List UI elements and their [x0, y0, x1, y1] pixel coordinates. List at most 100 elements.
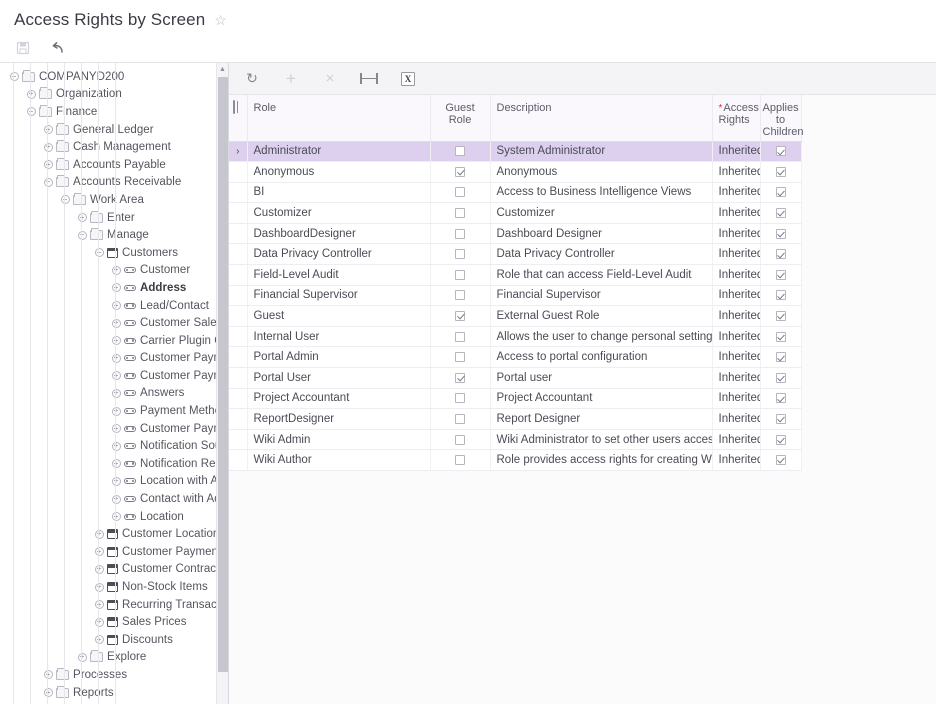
expand-toggle-icon[interactable]: +: [93, 546, 105, 558]
cell-guest[interactable]: [430, 161, 491, 183]
expand-toggle-icon[interactable]: +: [25, 88, 37, 100]
expand-toggle-icon[interactable]: +: [42, 687, 54, 699]
table-row[interactable]: Portal Admin Access to portal configurati…: [229, 346, 802, 369]
cell-role[interactable]: Wiki Author: [247, 449, 431, 471]
cell-description[interactable]: Portal user: [490, 367, 713, 389]
column-header-role[interactable]: Role: [247, 95, 431, 142]
checkbox-children[interactable]: [775, 372, 786, 383]
checkbox-children[interactable]: [775, 290, 786, 301]
collapse-toggle-icon[interactable]: −: [8, 71, 20, 83]
row-selector[interactable]: [229, 449, 248, 471]
checkbox-children[interactable]: [775, 393, 786, 404]
cell-children[interactable]: [760, 408, 802, 430]
row-selector[interactable]: [229, 264, 248, 286]
checkbox-children[interactable]: [775, 434, 786, 445]
cell-description[interactable]: Project Accountant: [490, 388, 713, 410]
table-row[interactable]: Internal User Allows the user to change p…: [229, 326, 802, 348]
expand-toggle-icon[interactable]: +: [110, 423, 122, 435]
expand-toggle-icon[interactable]: +: [110, 493, 122, 505]
cell-guest[interactable]: [430, 449, 491, 471]
cell-description[interactable]: Report Designer: [490, 408, 713, 430]
expand-toggle-icon[interactable]: +: [110, 405, 122, 417]
cell-rights[interactable]: Inherited: [712, 202, 761, 224]
tree-node[interactable]: −Work Area: [0, 191, 216, 209]
save-button[interactable]: [13, 38, 33, 58]
checkbox-guest[interactable]: [455, 434, 465, 445]
table-row[interactable]: BI Access to Business Intelligence Views I…: [229, 182, 802, 204]
cell-children[interactable]: [760, 326, 802, 348]
cell-rights[interactable]: Inherited: [712, 408, 761, 430]
tree-scrollbar-thumb[interactable]: [218, 77, 228, 672]
cell-role[interactable]: DashboardDesigner: [247, 223, 431, 245]
cell-description[interactable]: Allows the user to change personal setti…: [490, 326, 713, 348]
cell-rights[interactable]: Inherited: [712, 161, 761, 183]
tree-node[interactable]: − Finance: [0, 103, 216, 121]
checkbox-guest[interactable]: [455, 166, 465, 177]
tree-node[interactable]: + General Ledger: [0, 121, 216, 139]
table-row[interactable]: DashboardDesigner Dashboard Designer Inher…: [229, 223, 802, 245]
table-row[interactable]: Wiki Admin Wiki Administrator to set othe…: [229, 429, 802, 451]
expand-toggle-icon[interactable]: +: [110, 335, 122, 347]
tree-node[interactable]: + Answers: [0, 385, 216, 403]
cell-description[interactable]: Customizer: [490, 202, 713, 224]
checkbox-guest[interactable]: [455, 208, 465, 219]
tree-node[interactable]: + Sales Prices: [0, 613, 216, 631]
expand-toggle-icon[interactable]: +: [110, 440, 122, 452]
checkbox-children[interactable]: [775, 311, 786, 322]
tree-node[interactable]: + Cash Management: [0, 138, 216, 156]
row-selector[interactable]: [229, 388, 248, 410]
expand-toggle-icon[interactable]: +: [76, 212, 88, 224]
undo-button[interactable]: [49, 38, 69, 58]
tree-node[interactable]: − Customers: [0, 244, 216, 262]
cell-description[interactable]: Wiki Administrator to set other users ac…: [490, 429, 713, 451]
cell-role[interactable]: Project Accountant: [247, 388, 431, 410]
checkbox-guest[interactable]: [455, 311, 465, 322]
row-selector[interactable]: [229, 161, 248, 183]
tree-node[interactable]: + Payment Method Det: [0, 402, 216, 420]
tree-node[interactable]: + Notification Recipient: [0, 455, 216, 473]
cell-rights[interactable]: Inherited: [712, 346, 761, 369]
cell-description[interactable]: Dashboard Designer: [490, 223, 713, 245]
checkbox-guest[interactable]: [455, 290, 465, 301]
cell-rights[interactable]: Inherited: [712, 449, 761, 471]
tree-node[interactable]: + Address: [0, 279, 216, 297]
table-row[interactable]: Financial Supervisor Financial Supervisor…: [229, 285, 802, 307]
cell-description[interactable]: Access to portal configuration: [490, 346, 713, 369]
column-chooser-button[interactable]: [229, 95, 248, 142]
table-row[interactable]: Customizer Customizer Inherited: [229, 202, 802, 224]
cell-description[interactable]: Role that can access Field-Level Audit: [490, 264, 713, 286]
tree-node[interactable]: −COMPANYD200: [0, 68, 216, 86]
cell-description[interactable]: Anonymous: [490, 161, 713, 183]
column-header-rights[interactable]: *Access Rights: [712, 95, 761, 142]
cell-guest[interactable]: [430, 182, 491, 204]
cell-guest[interactable]: [430, 141, 491, 163]
cell-rights[interactable]: Inherited: [712, 367, 761, 389]
checkbox-guest[interactable]: [455, 413, 465, 424]
cell-description[interactable]: Data Privacy Controller: [490, 243, 713, 266]
collapse-toggle-icon[interactable]: −: [93, 247, 105, 259]
row-selector[interactable]: [229, 285, 248, 307]
checkbox-children[interactable]: [775, 208, 786, 219]
expand-toggle-icon[interactable]: +: [110, 264, 122, 276]
cell-children[interactable]: [760, 305, 802, 327]
collapse-toggle-icon[interactable]: −: [76, 229, 88, 241]
cell-children[interactable]: [760, 285, 802, 307]
cell-rights[interactable]: Inherited: [712, 305, 761, 327]
checkbox-children[interactable]: [775, 228, 786, 239]
cell-children[interactable]: [760, 388, 802, 410]
expand-toggle-icon[interactable]: +: [110, 511, 122, 523]
cell-description[interactable]: Financial Supervisor: [490, 285, 713, 307]
expand-toggle-icon[interactable]: +: [42, 141, 54, 153]
collapse-toggle-icon[interactable]: −: [42, 176, 54, 188]
table-row[interactable]: Wiki Author Role provides access rights f…: [229, 449, 802, 471]
tree-node[interactable]: + Customer Payment M: [0, 420, 216, 438]
cell-rights[interactable]: Inherited: [712, 285, 761, 307]
tree-node[interactable]: + Carrier Plugin Custor: [0, 332, 216, 350]
tree-node[interactable]: + Location: [0, 508, 216, 526]
tree-node[interactable]: + Accounts Payable: [0, 156, 216, 174]
cell-children[interactable]: [760, 264, 802, 286]
cell-guest[interactable]: [430, 429, 491, 451]
expand-toggle-icon[interactable]: +: [76, 651, 88, 663]
row-selector[interactable]: [229, 429, 248, 451]
row-selector[interactable]: [229, 408, 248, 430]
